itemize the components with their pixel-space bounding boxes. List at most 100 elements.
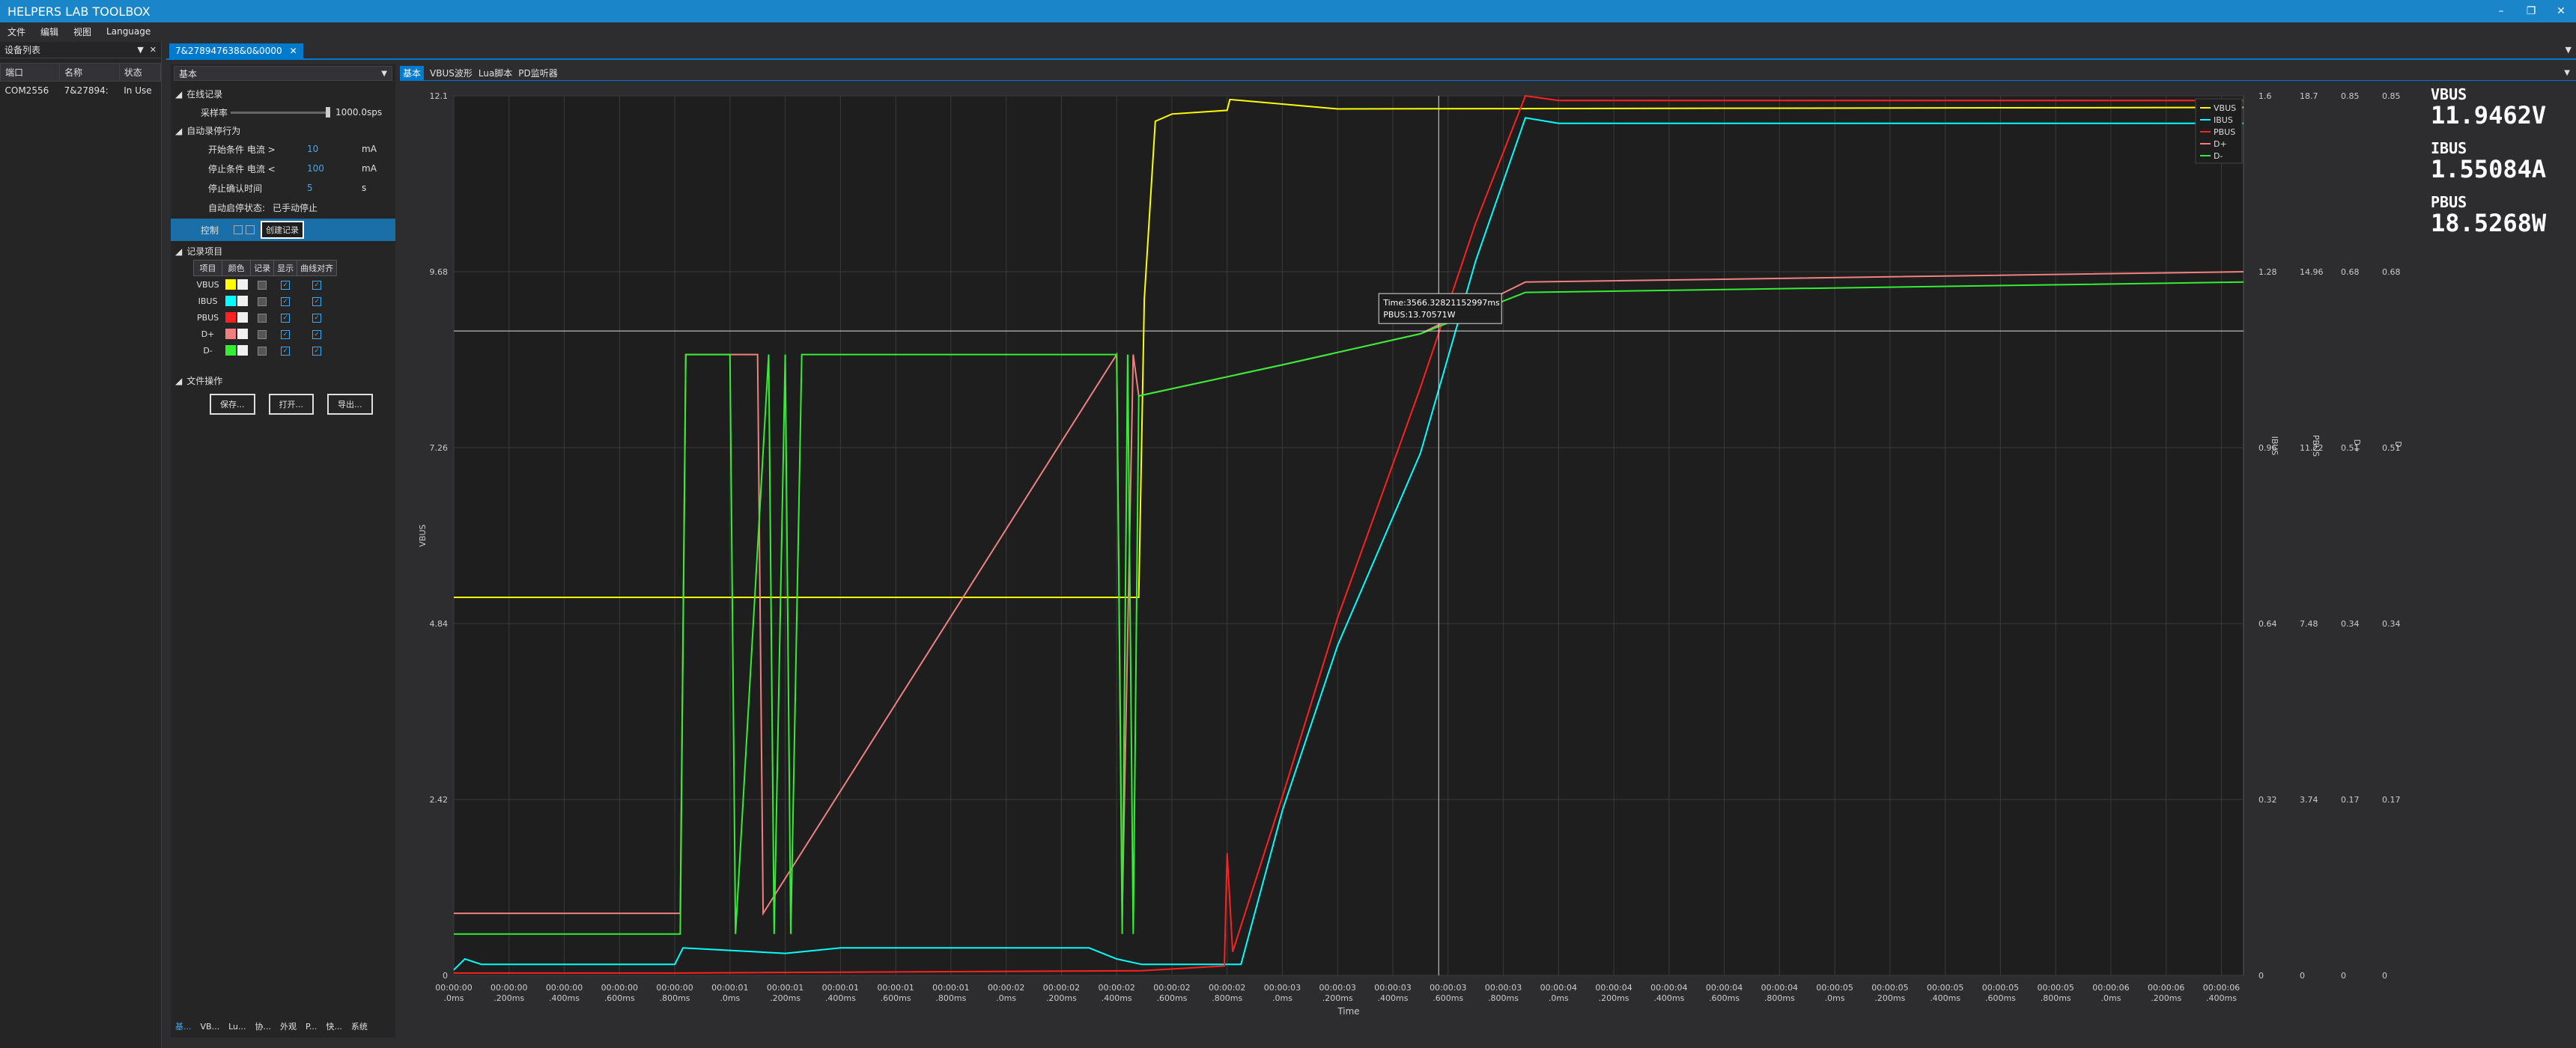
section-online-record[interactable]: ◢ 在线记录 bbox=[171, 85, 395, 103]
section-record-items[interactable]: ◢ 记录项目 bbox=[171, 243, 395, 260]
record-checkbox[interactable] bbox=[258, 346, 267, 356]
x-tick-label: .200ms bbox=[2151, 993, 2181, 1003]
menu-view[interactable]: 视图 bbox=[66, 25, 99, 38]
sample-rate-row: 采样率 1000.0sps bbox=[171, 103, 395, 122]
tab-vbus-wave[interactable]: VBUS波形 bbox=[430, 67, 473, 79]
x-tick-label: 00:00:06 bbox=[2203, 983, 2240, 993]
show-checkbox[interactable]: ✓ bbox=[281, 313, 291, 323]
color-swatch-alt[interactable] bbox=[237, 296, 248, 306]
pause-toggle[interactable] bbox=[246, 225, 255, 234]
x-tick-label: 00:00:03 bbox=[1485, 983, 1522, 993]
sample-rate-slider[interactable] bbox=[231, 107, 330, 118]
y-tick-label: 7.48 bbox=[2300, 619, 2318, 629]
readout-vbus-name: VBUS bbox=[2431, 85, 2467, 103]
readout-vbus-value: 11.9462V bbox=[2431, 101, 2547, 130]
table-row: IBUS ✓ ✓ bbox=[194, 293, 337, 309]
y-tick-label: 0.64 bbox=[2258, 619, 2277, 629]
tab-lua[interactable]: Lu... bbox=[228, 1022, 246, 1032]
tab-appearance[interactable]: 外观 bbox=[280, 1020, 297, 1032]
color-swatch[interactable] bbox=[225, 312, 236, 323]
tab-basic[interactable]: 基... bbox=[175, 1020, 192, 1032]
legend-label: IBUS bbox=[2214, 115, 2233, 125]
y-tick-label: 0 bbox=[2341, 971, 2346, 981]
readouts: VBUS 11.9462V IBUS 1.55084A PBUS 18.5268… bbox=[2431, 86, 2573, 248]
show-checkbox[interactable]: ✓ bbox=[281, 296, 291, 306]
table-row[interactable]: COM2556 7&27894: In Use bbox=[1, 82, 161, 100]
slider-thumb[interactable] bbox=[326, 107, 330, 118]
table-row: PBUS ✓ ✓ bbox=[194, 309, 337, 326]
color-swatch[interactable] bbox=[225, 345, 236, 356]
dropdown-icon[interactable]: ▼ bbox=[137, 45, 143, 55]
section-file-ops[interactable]: ◢ 文件操作 bbox=[171, 372, 395, 389]
menu-language[interactable]: Language bbox=[99, 26, 158, 37]
y-tick-label: 0 bbox=[443, 971, 448, 981]
x-tick-label: .400ms bbox=[825, 993, 856, 1003]
auto-status-label: 自动启停状态: bbox=[208, 202, 266, 213]
show-checkbox[interactable]: ✓ bbox=[281, 280, 291, 290]
mode-select[interactable]: 基本 ▼ bbox=[174, 66, 392, 81]
readout-vbus: VBUS 11.9462V bbox=[2431, 86, 2573, 128]
stop-cond-input[interactable]: 100 bbox=[307, 163, 324, 174]
color-swatch[interactable] bbox=[225, 296, 236, 306]
align-checkbox[interactable]: ✓ bbox=[312, 346, 322, 356]
y-axis-label: VBUS bbox=[418, 524, 428, 546]
align-checkbox[interactable]: ✓ bbox=[312, 296, 322, 306]
menu-edit[interactable]: 编辑 bbox=[33, 25, 66, 38]
tab-basic-chart[interactable]: 基本 bbox=[400, 66, 425, 80]
col-status[interactable]: 状态 bbox=[118, 63, 162, 82]
tab-p[interactable]: P... bbox=[306, 1022, 317, 1032]
record-checkbox[interactable] bbox=[258, 329, 267, 339]
stop-confirm-input[interactable]: 5 bbox=[307, 183, 313, 193]
x-tick-label: 00:00:03 bbox=[1264, 983, 1301, 993]
chart-tab-dropdown-icon[interactable]: ▼ bbox=[2564, 69, 2570, 77]
create-record-button[interactable]: 创建记录 bbox=[261, 221, 305, 239]
item-name: VBUS bbox=[196, 279, 219, 290]
restore-icon[interactable]: ❐ bbox=[2516, 5, 2546, 17]
menu-file[interactable]: 文件 bbox=[0, 25, 33, 38]
tab-vbus[interactable]: VB... bbox=[201, 1022, 220, 1032]
record-checkbox[interactable] bbox=[258, 280, 267, 290]
color-swatch-alt[interactable] bbox=[237, 329, 248, 339]
color-swatch-alt[interactable] bbox=[237, 312, 248, 323]
y-tick-label: 7.26 bbox=[430, 443, 449, 453]
record-checkbox[interactable] bbox=[258, 313, 267, 323]
close-icon[interactable]: ✕ bbox=[2546, 5, 2576, 17]
export-button[interactable]: 导出... bbox=[327, 394, 373, 415]
x-tick-label: .600ms bbox=[1709, 993, 1740, 1003]
chevron-down-icon: ▼ bbox=[381, 69, 387, 78]
minimize-icon[interactable]: – bbox=[2486, 5, 2516, 17]
collapse-icon: ◢ bbox=[175, 88, 183, 100]
color-swatch[interactable] bbox=[225, 329, 236, 339]
close-tab-icon[interactable]: ✕ bbox=[290, 46, 297, 56]
align-checkbox[interactable]: ✓ bbox=[312, 313, 322, 323]
color-swatch-alt[interactable] bbox=[237, 345, 248, 356]
close-panel-icon[interactable]: ✕ bbox=[150, 45, 157, 55]
show-checkbox[interactable]: ✓ bbox=[281, 329, 291, 339]
align-checkbox[interactable]: ✓ bbox=[312, 329, 322, 339]
tab-protocol[interactable]: 协... bbox=[255, 1020, 271, 1032]
tab-system[interactable]: 系统 bbox=[351, 1020, 368, 1032]
table-row: VBUS ✓ ✓ bbox=[194, 276, 337, 293]
color-swatch[interactable] bbox=[225, 279, 236, 290]
tab-shortcut[interactable]: 快... bbox=[326, 1020, 342, 1032]
col-port[interactable]: 端口 bbox=[0, 63, 61, 82]
legend-label: VBUS bbox=[2214, 103, 2236, 113]
align-checkbox[interactable]: ✓ bbox=[312, 280, 322, 290]
save-button[interactable]: 保存... bbox=[210, 394, 255, 415]
color-swatch-alt[interactable] bbox=[237, 279, 248, 290]
section-auto-record[interactable]: ◢ 自动录停行为 bbox=[171, 122, 395, 139]
tab-pd-monitor[interactable]: PD监听器 bbox=[518, 67, 557, 79]
tab-dropdown-icon[interactable]: ▼ bbox=[2566, 45, 2572, 55]
x-tick-label: .0ms bbox=[996, 993, 1016, 1003]
tab-device[interactable]: 7&278947638&0&0000 ✕ bbox=[169, 43, 303, 58]
y-tick-label: 0.68 bbox=[2382, 267, 2401, 277]
waveform-chart[interactable]: 00:00:00.0ms00:00:00.200ms00:00:00.400ms… bbox=[400, 82, 2422, 1026]
record-checkbox[interactable] bbox=[258, 296, 267, 306]
show-checkbox[interactable]: ✓ bbox=[281, 346, 291, 356]
open-button[interactable]: 打开... bbox=[268, 394, 314, 415]
x-tick-label: .800ms bbox=[1212, 993, 1242, 1003]
record-toggle[interactable] bbox=[234, 225, 243, 234]
col-name[interactable]: 名称 bbox=[59, 63, 120, 82]
start-cond-input[interactable]: 10 bbox=[307, 144, 318, 154]
tab-lua-script[interactable]: Lua脚本 bbox=[479, 67, 512, 79]
